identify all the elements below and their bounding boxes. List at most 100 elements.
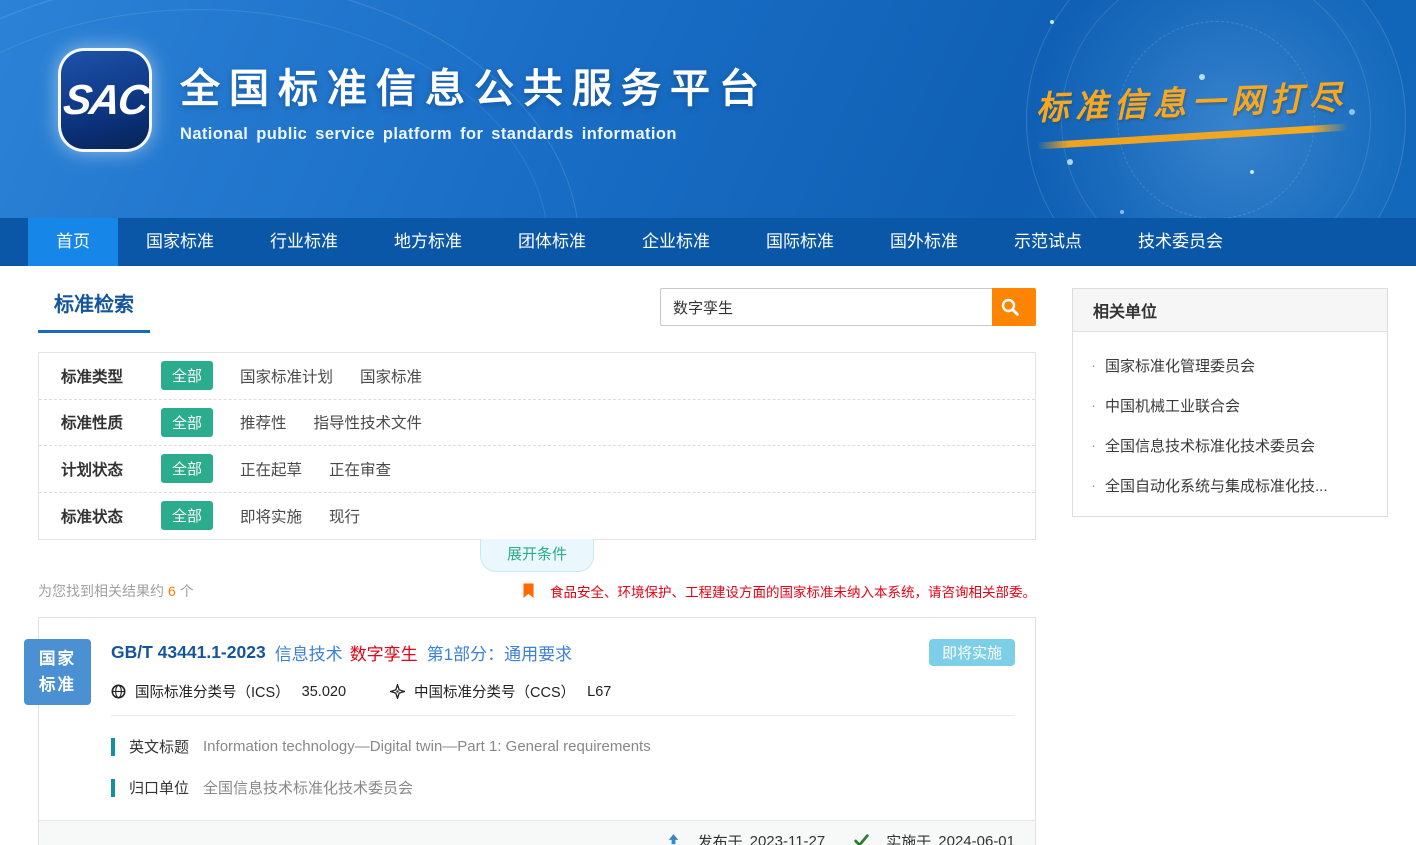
- published-date-item: 发布于 2023-11-27: [665, 831, 826, 845]
- filter-label: 标准类型: [61, 365, 161, 387]
- english-title-label: 英文标题: [129, 736, 189, 757]
- nav-item-home[interactable]: 首页: [28, 218, 118, 266]
- result-count-number: 6: [168, 583, 176, 599]
- sac-logo-text: SAC: [60, 76, 149, 124]
- filter-option[interactable]: 推荐性: [240, 411, 287, 433]
- page-title[interactable]: 标准检索: [38, 286, 150, 333]
- ccs-value: L67: [587, 684, 611, 700]
- filter-option[interactable]: 正在审查: [329, 458, 391, 480]
- sidebar-item-machinery-federation[interactable]: · 中国机械工业联合会: [1091, 376, 1369, 416]
- related-units-title: 相关单位: [1073, 289, 1387, 332]
- sidebar-item-it-standardization-committee[interactable]: · 全国信息技术标准化技术委员会: [1091, 416, 1369, 456]
- standard-title-part[interactable]: 第1部分：通用要求: [427, 640, 572, 665]
- filter-selected-badge[interactable]: 全部: [161, 408, 213, 437]
- bookmark-icon: [522, 583, 535, 599]
- standard-title-highlight[interactable]: 数字孪生: [350, 640, 418, 665]
- bullet-dot: ·: [1091, 357, 1096, 374]
- nav-item-foreign-standards[interactable]: 国外标准: [862, 218, 986, 266]
- ccs-label: 中国标准分类号（CCS）: [414, 681, 575, 702]
- compass-icon: [390, 684, 405, 699]
- standard-result-card: 国家 标准 GB/T 43441.1-2023 信息技术 数字孪生 第1部分：通…: [38, 617, 1036, 845]
- standard-code-link[interactable]: GB/T 43441.1-2023: [111, 642, 266, 663]
- english-title-value: Information technology—Digital twin—Part…: [203, 738, 651, 755]
- bullet-dot: ·: [1091, 477, 1096, 494]
- nav-item-international-standards[interactable]: 国际标准: [738, 218, 862, 266]
- english-title-row: 英文标题 Information technology—Digital twin…: [111, 736, 1015, 757]
- teal-bar: [111, 738, 115, 756]
- site-title: 全国标准信息公共服务平台: [180, 56, 768, 114]
- filter-option[interactable]: 正在起草: [240, 458, 302, 480]
- related-units-list: · 国家标准化管理委员会 · 中国机械工业联合会 · 全国信息技术标准化技术委员…: [1073, 332, 1387, 516]
- sidebar: 相关单位 · 国家标准化管理委员会 · 中国机械工业联合会 · 全国信息技术标准…: [1072, 288, 1388, 845]
- sidebar-item-sac[interactable]: · 国家标准化管理委员会: [1091, 336, 1369, 376]
- classification-row: 国际标准分类号（ICS） 35.020 中国标准分类号（CCS） L67: [111, 681, 1015, 716]
- check-icon: [853, 834, 870, 845]
- slogan-text: 标准信息一网打尽: [1035, 71, 1348, 130]
- search-box: [660, 288, 1036, 326]
- filter-row-standard-nature: 标准性质 全部 推荐性 指导性技术文件: [39, 400, 1035, 447]
- filter-option[interactable]: 指导性技术文件: [314, 411, 423, 433]
- related-units-box: 相关单位 · 国家标准化管理委员会 · 中国机械工业联合会 · 全国信息技术标准…: [1072, 288, 1388, 517]
- search-input[interactable]: [660, 288, 992, 326]
- filter-box: 标准类型 全部 国家标准计划 国家标准 标准性质 全部 推荐性 指导性技术文件 …: [38, 352, 1036, 540]
- sac-logo[interactable]: SAC: [58, 48, 152, 152]
- filter-option[interactable]: 国家标准计划: [240, 365, 333, 387]
- implemented-date: 2024-06-01: [938, 833, 1015, 845]
- implemented-date-item: 实施于 2024-06-01: [853, 831, 1015, 845]
- ics-label: 国际标准分类号（ICS）: [135, 681, 290, 702]
- sidebar-item-automation-systems-committee[interactable]: · 全国自动化系统与集成标准化技...: [1091, 456, 1369, 496]
- sparkle-dots: [1050, 20, 1054, 24]
- filter-selected-badge[interactable]: 全部: [161, 454, 213, 483]
- standard-title-part[interactable]: 信息技术: [275, 640, 343, 665]
- published-label: 发布于: [698, 831, 743, 845]
- teal-bar: [111, 779, 115, 797]
- national-standard-badge[interactable]: 国家 标准: [24, 639, 91, 705]
- nav-item-group-standards[interactable]: 团体标准: [490, 218, 614, 266]
- filter-option[interactable]: 国家标准: [360, 365, 422, 387]
- filter-label: 计划状态: [61, 458, 161, 480]
- nav-item-industry-standards[interactable]: 行业标准: [242, 218, 366, 266]
- bullet-dot: ·: [1091, 437, 1096, 454]
- site-subtitle: National public service platform for sta…: [180, 125, 768, 144]
- nav-item-pilot[interactable]: 示范试点: [986, 218, 1110, 266]
- search-icon: [1000, 297, 1020, 317]
- badge-line-2: 标准: [24, 672, 91, 698]
- result-info-bar: 为您找到相关结果约6个 食品安全、环境保护、工程建设方面的国家标准未纳入本系统，…: [38, 579, 1036, 603]
- upload-icon: [665, 833, 682, 845]
- site-titles: 全国标准信息公共服务平台 National public service pla…: [180, 56, 768, 144]
- card-footer: 发布于 2023-11-27 实施于 2024-06-01: [39, 820, 1035, 845]
- ics-value: 35.020: [302, 684, 346, 700]
- nav-item-technical-committee[interactable]: 技术委员会: [1110, 218, 1251, 266]
- filter-label: 标准状态: [61, 505, 161, 527]
- left-column: 标准检索 标准类型 全部 国家标准计划 国家标准 标准性质 全部 推荐性: [38, 286, 1036, 845]
- expand-conditions-button[interactable]: 展开条件: [480, 539, 594, 572]
- site-header: SAC 全国标准信息公共服务平台 National public service…: [0, 0, 1416, 218]
- result-count-prefix: 为您找到相关结果约: [38, 583, 164, 599]
- nav-item-local-standards[interactable]: 地方标准: [366, 218, 490, 266]
- system-notice: 食品安全、环境保护、工程建设方面的国家标准未纳入本系统，请咨询相关部委。: [522, 581, 1036, 601]
- committee-row: 归口单位 全国信息技术标准化技术委员会: [111, 777, 1015, 798]
- filter-selected-badge[interactable]: 全部: [161, 361, 213, 390]
- notice-text: 食品安全、环境保护、工程建设方面的国家标准未纳入本系统，请咨询相关部委。: [550, 581, 1036, 601]
- result-count-suffix: 个: [180, 583, 194, 599]
- ccs-group: 中国标准分类号（CCS） L67: [390, 681, 611, 702]
- slogan: 标准信息一网打尽: [1035, 71, 1349, 146]
- filter-option[interactable]: 现行: [329, 505, 360, 527]
- nav-item-national-standards[interactable]: 国家标准: [118, 218, 242, 266]
- bullet-dot: ·: [1091, 397, 1096, 414]
- search-section: 标准检索: [38, 286, 1036, 333]
- filter-option[interactable]: 即将实施: [240, 505, 302, 527]
- sidebar-item-label: 全国自动化系统与集成标准化技...: [1105, 475, 1328, 496]
- committee-label: 归口单位: [129, 777, 189, 798]
- filter-label: 标准性质: [61, 411, 161, 433]
- filter-selected-badge[interactable]: 全部: [161, 501, 213, 530]
- result-count: 为您找到相关结果约6个: [38, 581, 194, 601]
- implemented-label: 实施于: [886, 831, 931, 845]
- brand[interactable]: SAC 全国标准信息公共服务平台 National public service…: [58, 48, 768, 152]
- nav-item-enterprise-standards[interactable]: 企业标准: [614, 218, 738, 266]
- sidebar-item-label: 全国信息技术标准化技术委员会: [1105, 435, 1315, 456]
- main-nav: 首页 国家标准 行业标准 地方标准 团体标准 企业标准 国际标准 国外标准 示范…: [0, 218, 1416, 266]
- search-button[interactable]: [992, 288, 1036, 326]
- filter-row-standard-status: 标准状态 全部 即将实施 现行: [39, 493, 1035, 540]
- card-body: GB/T 43441.1-2023 信息技术 数字孪生 第1部分：通用要求 即将…: [39, 618, 1035, 798]
